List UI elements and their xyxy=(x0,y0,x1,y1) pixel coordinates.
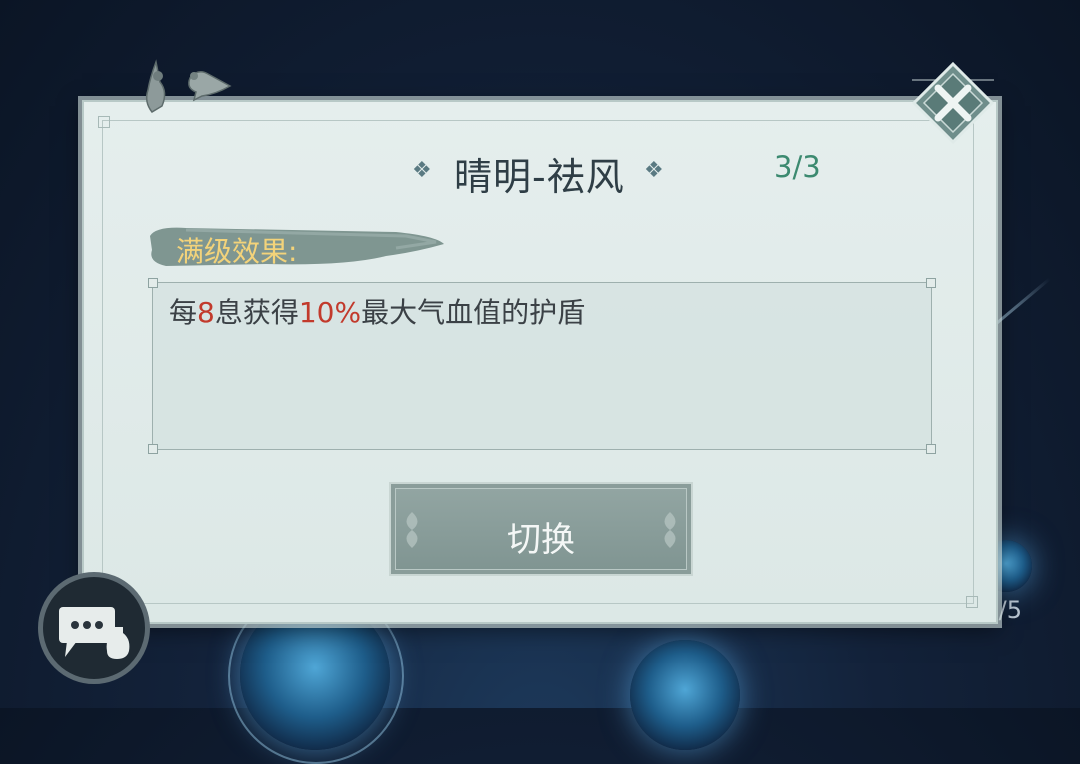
desc-middle: 息获得 xyxy=(214,296,299,329)
petal-ornament-icon xyxy=(664,512,676,548)
skill-title: 晴明-祛风 xyxy=(454,155,625,199)
diamond-ornament-icon: ❖ xyxy=(644,158,664,183)
skill-level: 3/3 xyxy=(774,150,821,184)
close-icon[interactable] xyxy=(912,62,994,144)
frame-corner xyxy=(98,116,110,128)
star-orb-center xyxy=(630,640,740,750)
desc-percent: 10% xyxy=(298,296,362,329)
switch-button[interactable]: 切换 xyxy=(389,482,693,576)
box-corner xyxy=(148,444,158,454)
box-corner xyxy=(148,278,158,288)
diamond-ornament-icon: ❖ xyxy=(412,158,432,183)
effect-label: 满级效果: xyxy=(176,235,298,268)
bird-decoration-icon xyxy=(145,59,232,113)
switch-button-label: 切换 xyxy=(507,520,575,560)
desc-prefix: 每 xyxy=(169,296,198,329)
chat-button[interactable] xyxy=(38,572,150,684)
effect-description: 每8息获得10%最大气血值的护盾 xyxy=(169,291,585,331)
page-count: /5 xyxy=(998,596,1022,624)
desc-interval: 8 xyxy=(197,296,215,329)
skill-dialog: ❖ 晴明-祛风 ❖ 3/3 满级效果: 每8息获得10%最大气血值的护盾 切换 xyxy=(82,100,998,624)
chat-icon xyxy=(59,607,130,659)
desc-suffix: 最大气血值的护盾 xyxy=(361,296,586,329)
box-corner xyxy=(926,444,936,454)
frame-corner xyxy=(966,596,978,608)
title-row: ❖ 晴明-祛风 ❖ 3/3 xyxy=(84,146,996,199)
box-corner xyxy=(926,278,936,288)
description-box: 每8息获得10%最大气血值的护盾 xyxy=(148,278,936,454)
